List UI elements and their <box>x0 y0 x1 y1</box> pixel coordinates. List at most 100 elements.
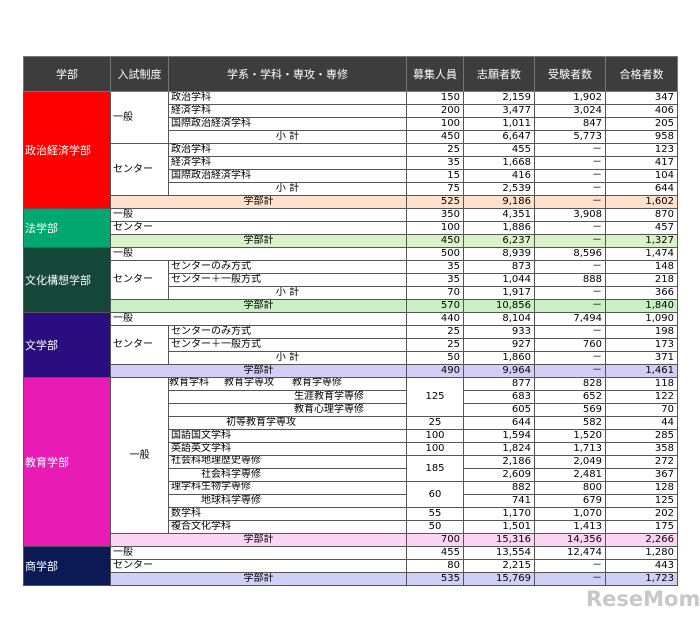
applicants-cell: 2,215 <box>463 559 535 573</box>
passers-cell: 1,280 <box>605 546 678 560</box>
examinees-cell: － <box>534 572 606 586</box>
examinees-cell: 1,070 <box>534 507 606 521</box>
capacity-cell: 455 <box>406 546 464 560</box>
examinees-cell: 12,474 <box>534 546 606 560</box>
exam-system-cell: 一般 <box>110 208 407 222</box>
capacity-cell: 35 <box>406 156 464 170</box>
applicants-cell: 455 <box>463 143 535 157</box>
department-cell: 社会科 地理歴史専修 <box>168 455 407 469</box>
faculty-total-label: 学部計 <box>110 195 407 209</box>
table-row: センター 政治学科 25 455 － 123 <box>24 143 678 196</box>
applicants-cell: 644 <box>463 416 535 430</box>
group-label: 理学科 <box>171 481 201 492</box>
capacity-cell: 440 <box>406 312 464 326</box>
capacity-cell: 35 <box>406 273 464 287</box>
passers-cell: 644 <box>605 182 678 196</box>
department-cell: 数学科 <box>168 507 407 521</box>
table-row: 文化構想学部 一般 500 8,939 8,596 1,474 <box>23 247 678 313</box>
group-label: 教育学科 <box>169 377 210 388</box>
exam-system-cell: 一般 <box>110 247 407 261</box>
applicants-cell: 1,668 <box>463 156 535 170</box>
table-row: 法学部 一般 350 4,351 3,908 870 <box>23 208 678 248</box>
examinees-cell: － <box>534 325 606 339</box>
faculty-total-label: 学部計 <box>110 364 407 378</box>
examinees-cell: 2,049 <box>534 455 606 469</box>
passers-cell: 406 <box>605 104 678 118</box>
passers-cell: 870 <box>605 208 678 222</box>
applicants-cell: 10,856 <box>463 299 535 313</box>
applicants-cell: 1,917 <box>463 286 535 300</box>
examinees-cell: － <box>534 156 606 170</box>
examinees-cell: 847 <box>534 117 606 131</box>
applicants-cell: 1,824 <box>463 442 535 456</box>
department-cell: センター＋一般方式 <box>168 338 407 352</box>
capacity-cell: 150 <box>406 91 464 105</box>
applicants-cell: 2,159 <box>463 91 535 105</box>
passers-cell: 366 <box>605 286 678 300</box>
department-cell: 経済学科 <box>168 104 407 118</box>
applicants-cell: 1,594 <box>463 429 535 443</box>
capacity-cell: 200 <box>406 104 464 118</box>
faculty-total-row: 学部計 490 9,964 － 1,461 <box>24 364 678 378</box>
capacity-cell: 450 <box>406 234 464 248</box>
faculty-total-label: 学部計 <box>110 572 407 586</box>
applicants-cell: 15,769 <box>463 572 535 586</box>
capacity-cell: 535 <box>406 572 464 586</box>
examinees-cell: 1,520 <box>534 429 606 443</box>
applicants-cell: 8,104 <box>463 312 535 326</box>
department-cell: 英語英文学科 <box>168 442 407 456</box>
examinees-cell: 888 <box>534 273 606 287</box>
passers-cell: 122 <box>605 390 678 404</box>
table-row: 文学部 一般 440 8,104 7,494 1,090 <box>23 312 678 378</box>
capacity-cell: 15 <box>406 169 464 183</box>
capacity-cell: 700 <box>406 533 464 547</box>
applicants-cell: 416 <box>463 169 535 183</box>
faculty-total-row: 学部計 570 10,856 － 1,840 <box>24 299 678 313</box>
department-cell: 政治学科 <box>168 91 407 105</box>
faculty-total-row: 学部計 525 9,186 － 1,602 <box>24 195 678 209</box>
passers-cell: 44 <box>605 416 678 430</box>
table-row: 商学部 一般 455 13,554 12,474 1,280 <box>23 546 678 586</box>
examinees-cell: 14,356 <box>534 533 606 547</box>
faculty-total-label: 学部計 <box>110 299 407 313</box>
passers-cell: 443 <box>605 559 678 573</box>
examinees-cell: 1,902 <box>534 91 606 105</box>
subtotal-label: 小 計 <box>168 286 407 300</box>
examinees-cell: － <box>534 221 606 235</box>
capacity-cell: 570 <box>406 299 464 313</box>
examinees-cell: － <box>534 351 606 365</box>
capacity-cell: 525 <box>406 195 464 209</box>
subtotal-label: 小 計 <box>168 182 407 196</box>
capacity-cell: 70 <box>406 286 464 300</box>
subtotal-label: 小 計 <box>168 351 407 365</box>
department-cell: 国語国文学科 <box>168 429 407 443</box>
capacity-cell: 490 <box>406 364 464 378</box>
table-row: 教育学部 一般 教育学科 教育学専攻 教育学専修 125 877 828 118 <box>23 377 678 547</box>
capacity-cell: 125 <box>406 377 464 417</box>
passers-cell: 371 <box>605 351 678 365</box>
department-cell: 教育学科 教育学専攻 教育学専修 <box>168 377 407 391</box>
capacity-cell: 100 <box>406 429 464 443</box>
passers-cell: 104 <box>605 169 678 183</box>
passers-cell: 367 <box>605 468 678 482</box>
applicants-cell: 1,860 <box>463 351 535 365</box>
header-applicants: 志願者数 <box>463 56 535 92</box>
passers-cell: 70 <box>605 403 678 417</box>
exam-system-cell: 一般 <box>110 91 169 144</box>
table-row: センター センターのみ方式 35 873 － 148 <box>24 260 678 300</box>
faculty-cell: 文化構想学部 <box>23 247 111 313</box>
examinees-cell: － <box>534 195 606 209</box>
examinees-cell: 1,413 <box>534 520 606 534</box>
passers-cell: 417 <box>605 156 678 170</box>
passers-cell: 175 <box>605 520 678 534</box>
passers-cell: 205 <box>605 117 678 131</box>
examinees-cell: － <box>534 286 606 300</box>
department-cell: 政治学科 <box>168 143 407 157</box>
capacity-cell: 450 <box>406 130 464 144</box>
faculty-cell: 商学部 <box>23 546 111 586</box>
examinees-cell: 582 <box>534 416 606 430</box>
examinees-cell: － <box>534 143 606 157</box>
examinees-cell: 569 <box>534 403 606 417</box>
capacity-cell: 25 <box>406 338 464 352</box>
examinees-cell: 679 <box>534 494 606 508</box>
